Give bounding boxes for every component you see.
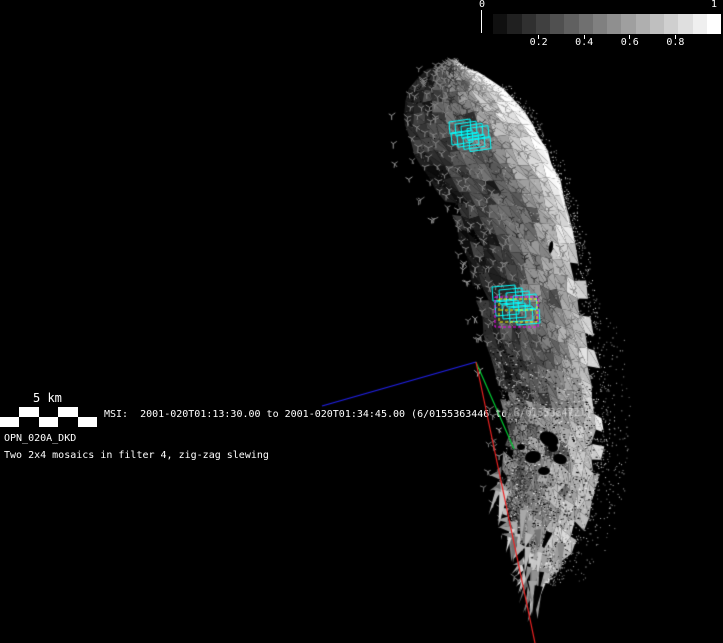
colorbar-step <box>678 14 692 34</box>
colorbar-step <box>593 14 607 34</box>
mosaic-description-label: Two 2x4 mosaics in filter 4, zig-zag sle… <box>4 450 269 462</box>
scale-bar-cell <box>39 407 58 417</box>
scale-bar-cell <box>19 417 38 427</box>
scale-bar-checker <box>0 407 97 427</box>
colorbar-step <box>664 14 678 34</box>
scale-bar-cell <box>58 417 77 427</box>
scale-bar-cell <box>0 417 19 427</box>
sequence-id-label: OPN_020A_DKD <box>4 433 76 445</box>
scale-bar-cell <box>19 407 38 417</box>
colorbar: 0 1 0.2 0.4 0.6 0.8 <box>479 0 723 52</box>
colorbar-axis-tick <box>481 10 482 33</box>
colorbar-gradient <box>493 14 721 34</box>
colorbar-step <box>707 14 721 34</box>
colorbar-step <box>621 14 635 34</box>
scale-bar-label: 5 km <box>33 392 62 405</box>
colorbar-step <box>650 14 664 34</box>
colorbar-min-label: 0 <box>479 0 485 10</box>
colorbar-tick-label: 0.4 <box>574 37 594 48</box>
colorbar-tick-label: 0.6 <box>620 37 640 48</box>
scale-bar: 5 km <box>0 392 120 428</box>
asteroid-render-canvas <box>0 0 723 643</box>
colorbar-step <box>550 14 564 34</box>
colorbar-step <box>493 14 507 34</box>
scale-bar-cell <box>78 417 97 427</box>
scale-bar-cell <box>78 407 97 417</box>
colorbar-step <box>522 14 536 34</box>
colorbar-step <box>636 14 650 34</box>
render-window: 0 1 0.2 0.4 0.6 0.8 5 km MSI: 2001-020T01:1… <box>0 0 723 643</box>
colorbar-max-label: 1 <box>711 0 717 10</box>
colorbar-step <box>564 14 578 34</box>
colorbar-step <box>579 14 593 34</box>
colorbar-step <box>536 14 550 34</box>
colorbar-tick-label: 0.2 <box>529 37 549 48</box>
scale-bar-cell <box>0 407 19 417</box>
colorbar-step <box>507 14 521 34</box>
colorbar-tick-label: 0.8 <box>665 37 685 48</box>
scale-bar-cell <box>39 417 58 427</box>
colorbar-step <box>607 14 621 34</box>
scale-bar-cell <box>58 407 77 417</box>
msi-time-range-label: MSI: 2001-020T01:13:30.00 to 2001-020T01… <box>104 409 592 421</box>
colorbar-step <box>693 14 707 34</box>
